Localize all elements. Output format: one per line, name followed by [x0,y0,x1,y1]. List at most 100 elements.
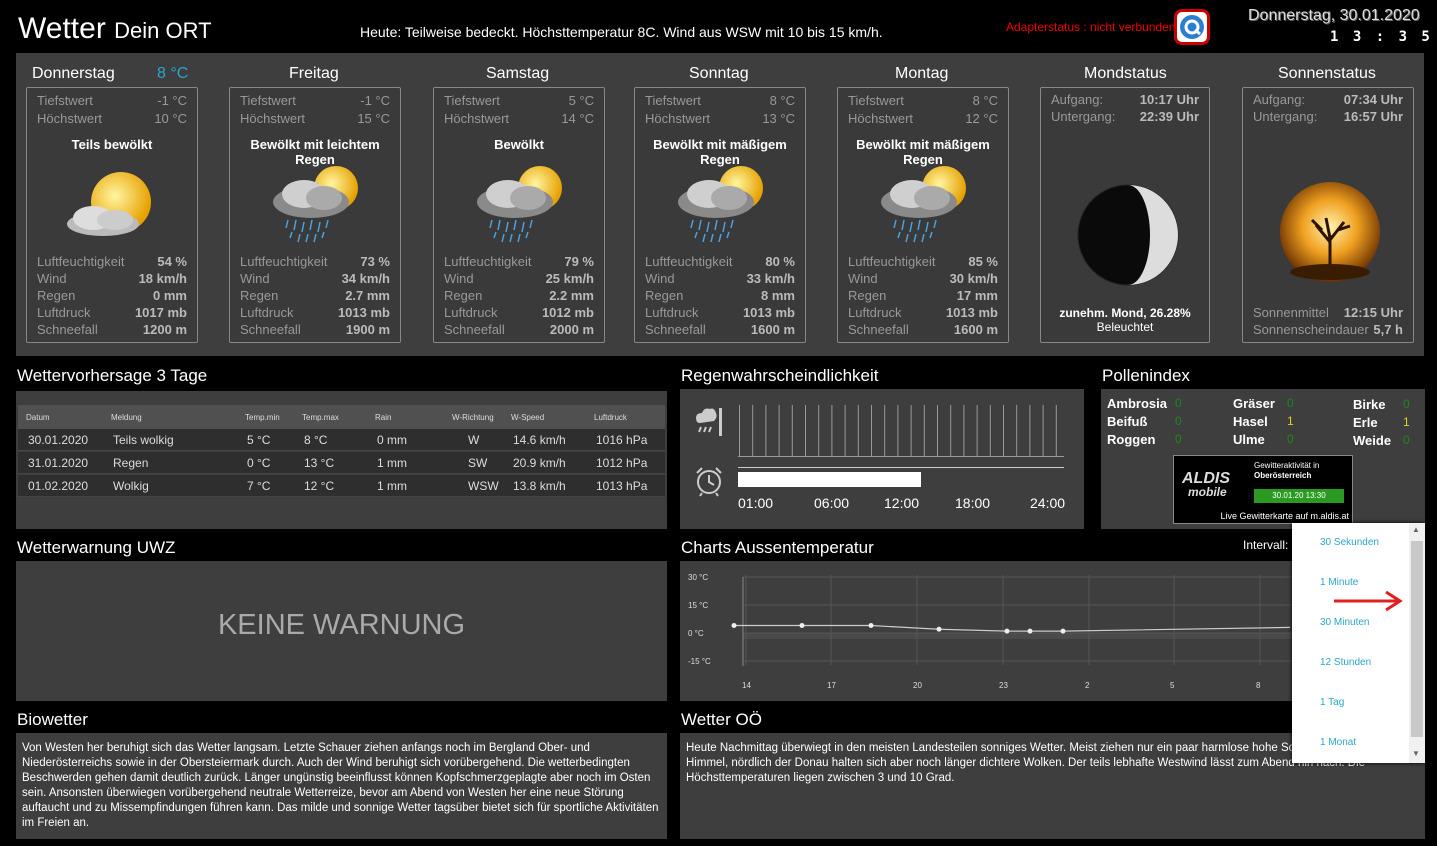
table-cell: 1 mm [377,456,407,470]
title-location: Dein ORT [114,18,212,43]
ad-brand-sub: mobile [1188,485,1227,499]
rain-prob-bar [1055,405,1057,457]
humidity-value: 80 % [765,254,795,269]
table-cell: 0 mm [377,433,407,447]
pollen-title: Pollenindex [1102,366,1190,385]
interval-option[interactable]: 12 Stunden [1320,657,1371,668]
pollen-value: 0 [1175,396,1182,410]
table-cell: 1 mm [377,479,407,493]
data-point[interactable] [868,623,874,629]
wind-label: Wind [37,271,67,286]
rain-prob-bar [937,405,938,457]
high-label: Höchstwert [240,111,306,126]
x-tick-label: 23 [999,681,1008,690]
scroll-down-icon[interactable]: ▼ [1412,749,1420,758]
snowfall-value: 1600 m [750,322,795,337]
low-value: -1 °C [360,93,390,108]
low-value: 8 °C [972,93,998,108]
pressure-label: Luftdruck [240,305,294,320]
table-cell: 12 °C [304,479,335,493]
table-row[interactable]: 01.02.2020 Wolkig 7 °C 12 °C 1 mm WSW 13.8 km/… [18,475,665,497]
ad-line1: Gewitteraktivität in [1254,461,1320,470]
pollen-name: Erle [1353,415,1378,430]
column-header: Temp.max [302,413,339,422]
partly-cloudy-sun-icon [67,172,151,236]
table-header: Datum Meldung Temp.min Temp.max Rain W-Richtu… [18,405,665,429]
data-point[interactable] [1004,628,1010,634]
dropdown-scrollbar[interactable]: ▲ ▼ [1409,523,1425,763]
data-point[interactable] [731,623,737,629]
table-row[interactable]: 30.01.2020 Teils wolkig 5 °C 8 °C 0 mm W 14.6 … [18,429,665,451]
time-label: 18:00 [955,495,991,511]
current-temperature: 8 °C [157,65,189,82]
rain-prob-bar [950,405,952,457]
data-point[interactable] [799,623,805,629]
chart-title: Charts Aussentemperatur [681,538,874,557]
temperature-line [734,624,1291,632]
x-tick-label: 8 [1256,681,1261,690]
data-point[interactable] [936,626,942,632]
day-name: Sonntag [689,65,749,82]
pollen-name: Birke [1353,397,1386,412]
app-logo-icon[interactable] [1174,9,1210,45]
interval-option[interactable]: 1 Monat [1320,737,1356,748]
snowfall-label: Schneefall [848,322,909,337]
current-date: Donnerstag, 30.01.2020 [1248,7,1420,24]
alarm-clock-icon [696,467,722,497]
rain-progress-bar [738,472,921,487]
uwz-title: Wetterwarnung UWZ [17,538,176,557]
table-row[interactable]: 31.01.2020 Regen 0 °C 13 °C 1 mm SW 20.9 km/h 1… [18,452,665,474]
day-card: Tiefstwert 8 °C Höchstwert 12 °C Bewölkt m… [837,87,1009,343]
interval-option[interactable]: 30 Sekunden [1320,537,1379,548]
humidity-label: Luftfeuchtigkeit [848,254,936,269]
interval-dropdown[interactable]: 30 Sekunden 1 Minute 30 Minuten 12 Stunden 1… [1292,523,1425,763]
pollen-value: 0 [1287,432,1294,446]
low-label: Tiefstwert [848,93,904,108]
ad-line2: Oberösterreich [1254,471,1312,480]
time-label: 24:00 [1030,495,1066,511]
sunshine-duration-label: Sonnenscheindauer [1253,322,1369,337]
wind-value: 34 km/h [341,271,390,286]
table-cell: 01.02.2020 [28,479,89,493]
interval-option[interactable]: 30 Minuten [1320,617,1369,628]
humidity-label: Luftfeuchtigkeit [444,254,532,269]
pollen-name: Gräser [1233,396,1275,411]
forecast-panel: Donnerstag 8 °C Freitag Samstag Sonntag … [16,53,1424,356]
rain-prob-bar [844,405,846,457]
pollen-value: 1 [1287,414,1294,428]
pollen-name: Ambrosia [1107,396,1167,411]
timeline-axis [738,467,1064,468]
rain-prob-bar [791,405,793,457]
scroll-thumb[interactable] [1411,541,1423,737]
rain-prob-bars [738,405,1064,457]
sun-title: Sonnenstatus [1278,65,1376,82]
table-cell: 13.8 km/h [513,479,566,493]
interval-option[interactable]: 1 Tag [1320,697,1344,708]
aldis-ad[interactable]: ALDIS mobile Gewitteraktivität in Oberös… [1173,455,1353,524]
uwz-panel: KEINE WARNUNG [16,561,667,701]
time-label: 06:00 [814,495,850,511]
scroll-up-icon[interactable]: ▲ [1412,525,1420,534]
humidity-value: 54 % [157,254,187,269]
rain-value: 0 mm [153,288,187,303]
wind-value: 30 km/h [949,271,998,286]
rain-prob-bar [923,405,925,457]
data-point[interactable] [1027,628,1033,634]
rain-cloud-sun-icon [881,166,966,243]
day-name: Donnerstag [32,65,115,82]
rain-prob-bar [805,405,806,457]
pollen-name: Ulme [1233,432,1265,447]
column-header: W-Speed [511,413,545,422]
pressure-label: Luftdruck [848,305,902,320]
pollen-name: Beifuß [1107,414,1148,429]
pressure-label: Luftdruck [37,305,91,320]
rain-prob-bar [765,405,767,457]
data-point[interactable] [1060,628,1066,634]
rain-value: 2.7 mm [345,288,390,303]
table-cell: 14.6 km/h [513,433,566,447]
high-label: Höchstwert [444,111,510,126]
forecast3-title: Wettervorhersage 3 Tage [17,366,208,385]
day-name: Samstag [486,65,550,82]
low-label: Tiefstwert [37,93,93,108]
interval-option[interactable]: 1 Minute [1320,577,1358,588]
